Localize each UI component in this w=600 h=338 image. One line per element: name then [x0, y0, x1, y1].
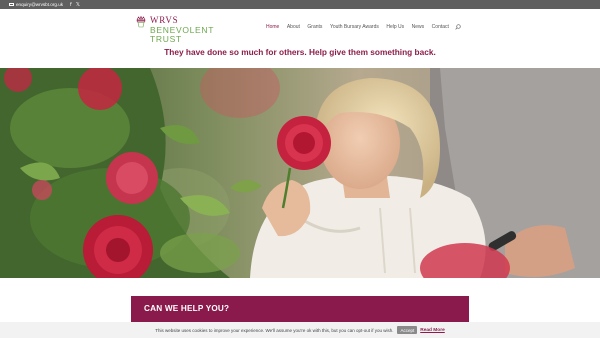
- nav-about[interactable]: About: [287, 24, 300, 30]
- help-title: CAN WE HELP YOU?: [144, 304, 230, 313]
- search-icon[interactable]: [455, 24, 462, 30]
- help-banner[interactable]: CAN WE HELP YOU?: [131, 296, 469, 324]
- top-bar: enquiry@wrvsbt.org.uk f 𝕏: [0, 0, 600, 9]
- hero-photo: [0, 68, 600, 278]
- email-link[interactable]: enquiry@wrvsbt.org.uk: [9, 2, 63, 7]
- envelope-icon: [9, 2, 14, 7]
- site-logo[interactable]: WRVS BENEVOLENT TRUST: [136, 15, 216, 45]
- email-text: enquiry@wrvsbt.org.uk: [16, 2, 64, 7]
- nav-grants[interactable]: Grants: [307, 24, 322, 30]
- cookie-message: This website uses cookies to improve you…: [155, 327, 394, 333]
- nav-youth-bursary-awards[interactable]: Youth Bursary Awards: [330, 24, 379, 30]
- main-nav: Home About Grants Youth Bursary Awards H…: [266, 24, 462, 30]
- site-header: WRVS BENEVOLENT TRUST Home About Grants …: [0, 9, 600, 65]
- nav-news[interactable]: News: [412, 24, 425, 30]
- hero-image: [0, 68, 600, 278]
- x-icon[interactable]: 𝕏: [76, 2, 80, 8]
- nav-home[interactable]: Home: [266, 24, 279, 30]
- page: enquiry@wrvsbt.org.uk f 𝕏 WRVS BENEVOLEN…: [0, 0, 600, 338]
- logo-trust: TRUST: [150, 34, 182, 44]
- cookie-accept-button[interactable]: Accept: [397, 326, 418, 334]
- facebook-icon[interactable]: f: [70, 2, 72, 8]
- nav-help-us[interactable]: Help Us: [386, 24, 404, 30]
- crest-icon: [136, 16, 146, 28]
- site-tagline: They have done so much for others. Help …: [164, 47, 436, 57]
- nav-contact[interactable]: Contact: [432, 24, 449, 30]
- cookie-read-more-link[interactable]: Read More: [420, 328, 445, 333]
- cookie-bar: This website uses cookies to improve you…: [0, 322, 600, 338]
- logo-wrvs: WRVS: [150, 15, 179, 25]
